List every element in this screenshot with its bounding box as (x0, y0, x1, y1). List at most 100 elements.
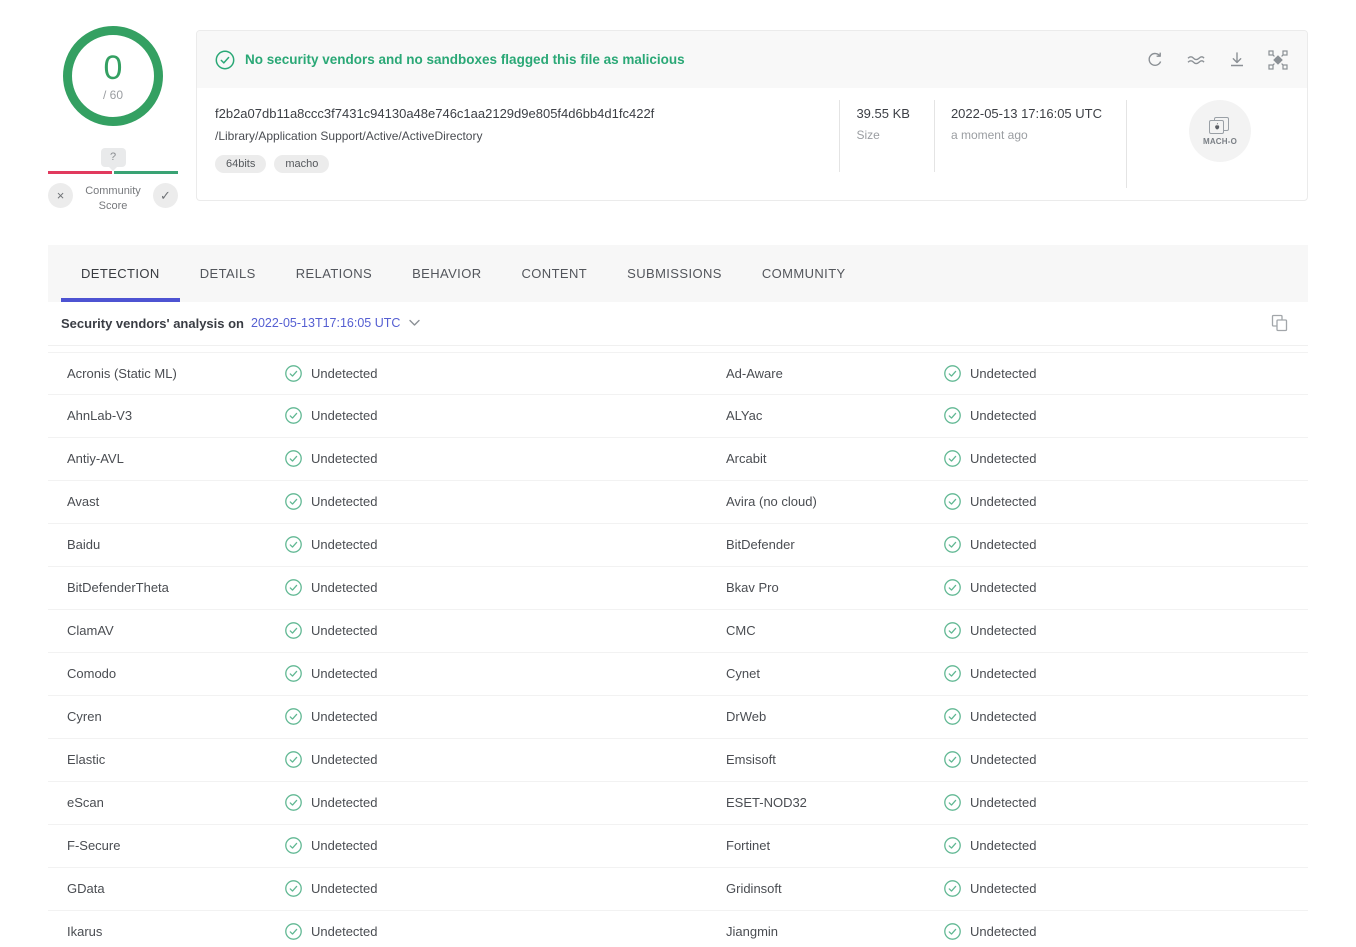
detection-status: Undetected (285, 751, 726, 768)
verdict-message: No security vendors and no sandboxes fla… (245, 52, 685, 67)
status-label: Undetected (970, 451, 1037, 466)
table-row: eScan Undetected ESET-NOD32 Undetected (48, 782, 1308, 825)
status-label: Undetected (311, 537, 378, 552)
detection-status: Undetected (285, 880, 726, 897)
status-label: Undetected (970, 924, 1037, 939)
tab-content[interactable]: CONTENT (502, 245, 608, 302)
tab-community[interactable]: COMMUNITY (742, 245, 866, 302)
chevron-down-icon[interactable] (409, 319, 420, 327)
table-row: BitDefenderTheta Undetected Bkav Pro Und… (48, 567, 1308, 610)
tag-64bits[interactable]: 64bits (215, 155, 266, 173)
tab-detection[interactable]: DETECTION (61, 245, 180, 302)
tab-details[interactable]: DETAILS (180, 245, 276, 302)
status-label: Undetected (311, 709, 378, 724)
undetected-check-icon (944, 751, 961, 768)
tag-macho[interactable]: macho (274, 155, 329, 173)
undetected-check-icon (944, 794, 961, 811)
vendor-name: Fortinet (726, 838, 944, 853)
table-row: Elastic Undetected Emsisoft Undetected (48, 739, 1308, 782)
detection-status: Undetected (285, 365, 726, 382)
vendor-name: Bkav Pro (726, 580, 944, 595)
score-widget: 0 / 60 ? × Community Score ✓ (48, 26, 178, 214)
vendor-name: Ikarus (67, 924, 285, 939)
vote-harmless-button[interactable]: ✓ (153, 183, 178, 208)
status-label: Undetected (970, 408, 1037, 423)
undetected-check-icon (944, 923, 961, 940)
vendor-name: Cyren (67, 709, 285, 724)
status-label: Undetected (311, 366, 378, 381)
undetected-check-icon (285, 708, 302, 725)
tab-bar: DETECTION DETAILS RELATIONS BEHAVIOR CON… (48, 245, 1308, 302)
detection-status: Undetected (944, 407, 1308, 424)
status-label: Undetected (311, 580, 378, 595)
vendor-name: Emsisoft (726, 752, 944, 767)
header-section: 0 / 60 ? × Community Score ✓ (0, 0, 1356, 214)
table-row: Comodo Undetected Cynet Undetected (48, 653, 1308, 696)
undetected-check-icon (285, 365, 302, 382)
gauge-negative-segment (48, 171, 112, 174)
status-label: Undetected (970, 623, 1037, 638)
file-tags: 64bits macho (215, 155, 829, 173)
undetected-check-icon (944, 536, 961, 553)
file-path: /Library/Application Support/Active/Acti… (215, 129, 829, 143)
detection-status: Undetected (944, 622, 1308, 639)
detection-status: Undetected (944, 837, 1308, 854)
vendor-name: ClamAV (67, 623, 285, 638)
vendor-name: GData (67, 881, 285, 896)
file-hash: f2b2a07db11a8ccc3f7431c94130a48e746c1aa2… (215, 106, 829, 121)
community-score-label: Community Score (73, 183, 153, 214)
undetected-check-icon (944, 493, 961, 510)
vendor-name: CMC (726, 623, 944, 638)
undetected-check-icon (944, 880, 961, 897)
analysis-title: Security vendors' analysis on (61, 316, 244, 331)
detection-status: Undetected (944, 751, 1308, 768)
analysis-date-link[interactable]: 2022-05-13T17:16:05 UTC (251, 316, 400, 330)
vendor-name: BitDefender (726, 537, 944, 552)
undetected-check-icon (944, 579, 961, 596)
status-label: Undetected (970, 795, 1037, 810)
vendor-name: Avast (67, 494, 285, 509)
status-label: Undetected (311, 666, 378, 681)
undetected-check-icon (285, 622, 302, 639)
detection-status: Undetected (285, 794, 726, 811)
status-label: Undetected (311, 451, 378, 466)
detection-status: Undetected (285, 579, 726, 596)
download-icon[interactable] (1227, 50, 1247, 70)
undetected-check-icon (944, 622, 961, 639)
undetected-check-icon (944, 708, 961, 725)
copy-icon[interactable] (1271, 314, 1288, 332)
file-type-label: MACH-O (1203, 137, 1237, 146)
detection-status: Undetected (285, 665, 726, 682)
tab-submissions[interactable]: SUBMISSIONS (607, 245, 742, 302)
undetected-check-icon (944, 407, 961, 424)
detection-status: Undetected (285, 923, 726, 940)
reanalyze-icon[interactable] (1145, 50, 1165, 70)
table-row: Antiy-AVL Undetected Arcabit Undetected (48, 438, 1308, 481)
graph-icon[interactable] (1267, 49, 1289, 71)
table-row: F-Secure Undetected Fortinet Undetected (48, 825, 1308, 868)
table-row: Baidu Undetected BitDefender Undetected (48, 524, 1308, 567)
table-row: GData Undetected Gridinsoft Undetected (48, 868, 1308, 911)
vendor-name: ALYac (726, 408, 944, 423)
detection-status: Undetected (944, 450, 1308, 467)
analysis-date-relative: a moment ago (951, 128, 1102, 142)
status-label: Undetected (311, 494, 378, 509)
vendor-name: ESET-NOD32 (726, 795, 944, 810)
similar-files-icon[interactable] (1185, 50, 1207, 70)
header-actions (1145, 49, 1289, 71)
undetected-check-icon (285, 837, 302, 854)
file-size-label: Size (856, 128, 910, 142)
tab-behavior[interactable]: BEHAVIOR (392, 245, 501, 302)
undetected-check-icon (285, 493, 302, 510)
vendor-name: Acronis (Static ML) (67, 366, 285, 381)
status-label: Undetected (311, 795, 378, 810)
status-label: Undetected (311, 924, 378, 939)
file-summary-card: No security vendors and no sandboxes fla… (196, 30, 1308, 201)
tab-relations[interactable]: RELATIONS (276, 245, 392, 302)
file-type-badge-area: MACH-O (1126, 100, 1307, 188)
undetected-check-icon (285, 665, 302, 682)
status-label: Undetected (311, 881, 378, 896)
detection-status: Undetected (944, 665, 1308, 682)
vote-malicious-button[interactable]: × (48, 183, 73, 208)
undetected-check-icon (285, 450, 302, 467)
